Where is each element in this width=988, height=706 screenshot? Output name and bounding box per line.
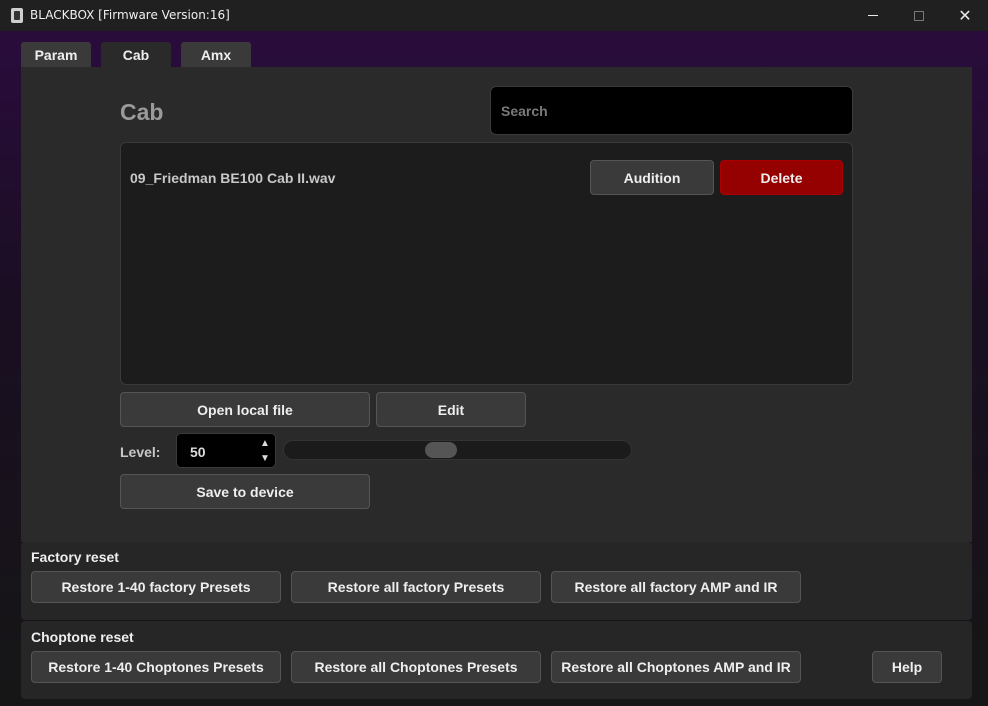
page-title: Cab xyxy=(120,99,164,125)
minimize-button[interactable] xyxy=(850,0,896,31)
restore-all-factory-amp-ir-button[interactable]: Restore all factory AMP and IR xyxy=(551,571,801,603)
level-slider-track[interactable] xyxy=(283,440,632,460)
spin-up-icon[interactable]: ▲ xyxy=(258,437,272,449)
restore-all-factory-presets-button[interactable]: Restore all factory Presets xyxy=(291,571,541,603)
restore-1-40-choptones-presets-button[interactable]: Restore 1-40 Choptones Presets xyxy=(31,651,281,683)
delete-button[interactable]: Delete xyxy=(720,160,843,195)
minimize-icon xyxy=(868,15,878,16)
maximize-icon xyxy=(914,10,924,21)
tab-cab[interactable]: Cab xyxy=(101,42,171,68)
search-input[interactable] xyxy=(490,86,853,135)
window-title: BLACKBOX [Firmware Version:16] xyxy=(30,8,230,22)
tab-param[interactable]: Param xyxy=(21,42,91,68)
spin-down-icon[interactable]: ▼ xyxy=(258,452,272,464)
app-icon xyxy=(11,8,23,23)
title-bar: BLACKBOX [Firmware Version:16] ✕ xyxy=(0,0,988,31)
help-button[interactable]: Help xyxy=(872,651,942,683)
edit-button[interactable]: Edit xyxy=(376,392,526,427)
tab-amx[interactable]: Amx xyxy=(181,42,251,68)
level-value[interactable]: 50 xyxy=(190,444,206,460)
level-slider-thumb[interactable] xyxy=(424,442,457,458)
level-label: Level: xyxy=(120,444,161,460)
restore-all-choptones-presets-button[interactable]: Restore all Choptones Presets xyxy=(291,651,541,683)
choptone-reset-title: Choptone reset xyxy=(31,629,134,645)
save-to-device-button[interactable]: Save to device xyxy=(120,474,370,509)
close-button[interactable]: ✕ xyxy=(942,0,988,31)
maximize-button[interactable] xyxy=(896,0,942,31)
list-item-file-name: 09_Friedman BE100 Cab II.wav xyxy=(130,170,336,186)
factory-reset-title: Factory reset xyxy=(31,549,119,565)
restore-1-40-factory-presets-button[interactable]: Restore 1-40 factory Presets xyxy=(31,571,281,603)
open-local-file-button[interactable]: Open local file xyxy=(120,392,370,427)
restore-all-choptones-amp-ir-button[interactable]: Restore all Choptones AMP and IR xyxy=(551,651,801,683)
audition-button[interactable]: Audition xyxy=(590,160,714,195)
